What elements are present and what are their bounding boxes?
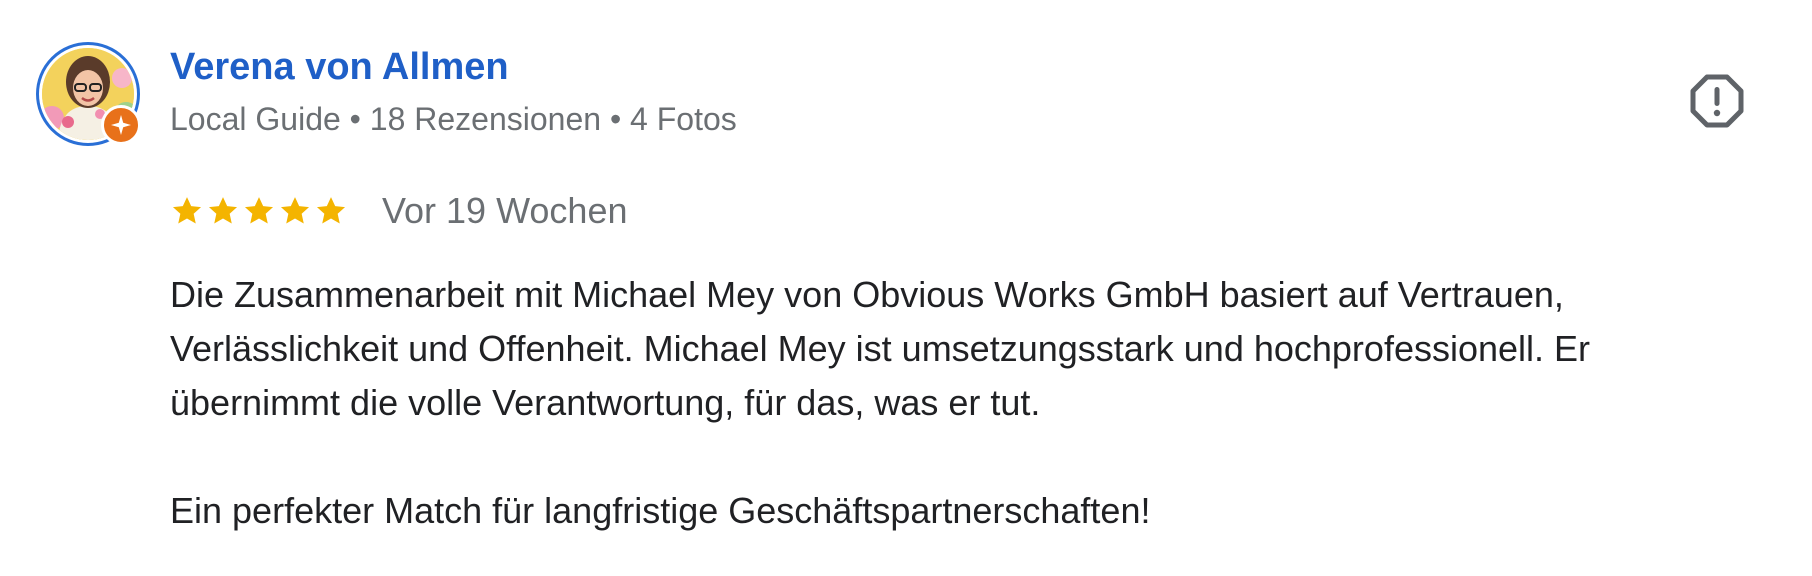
star-icon [314, 194, 348, 228]
star-icon [242, 194, 276, 228]
review-paragraph: Ein perfekter Match für langfristige Ges… [170, 490, 1151, 531]
star-icon [170, 194, 204, 228]
review-text: Die Zusammenarbeit mit Michael Mey von O… [170, 268, 1770, 538]
reviewer-meta: Local Guide • 18 Rezensionen • 4 Fotos [170, 101, 737, 137]
star-icon [278, 194, 312, 228]
report-octagon-icon[interactable] [1690, 74, 1744, 128]
review-time: Vor 19 Wochen [382, 190, 628, 231]
reviewer-avatar[interactable] [36, 42, 141, 146]
rating-row: Vor 19 Wochen [170, 185, 628, 237]
review-paragraph: Die Zusammenarbeit mit Michael Mey von O… [170, 274, 1591, 423]
review-card: Verena von Allmen Local Guide • 18 Rezen… [0, 0, 1812, 576]
star-rating [170, 194, 348, 228]
star-icon [206, 194, 240, 228]
local-guide-star-icon [101, 105, 141, 145]
reviewer-name[interactable]: Verena von Allmen [170, 46, 509, 89]
